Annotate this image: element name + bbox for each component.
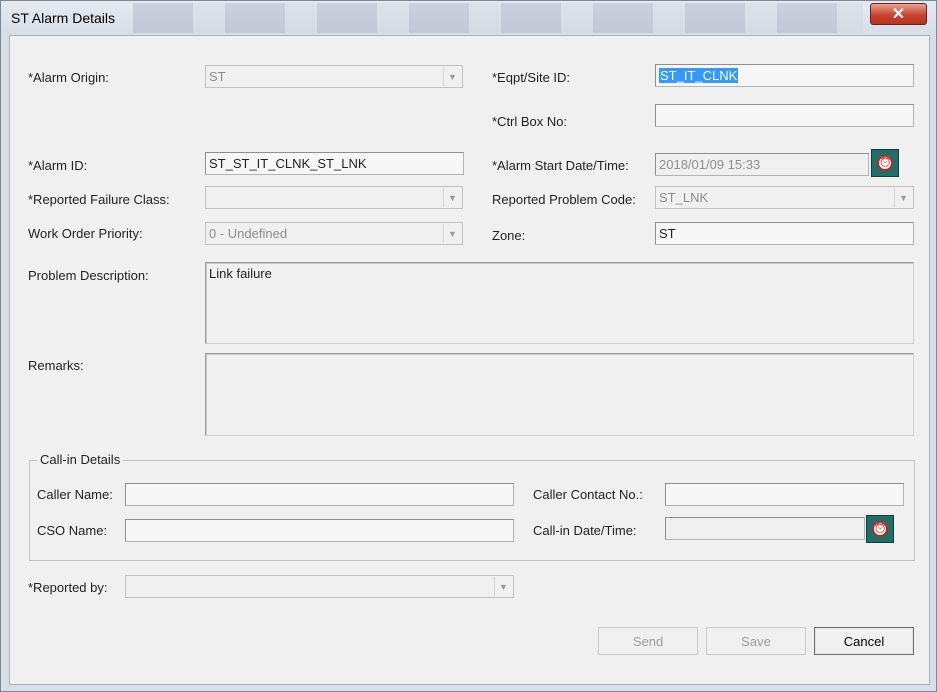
save-button[interactable]: Save bbox=[706, 627, 806, 655]
send-button[interactable]: Send bbox=[598, 627, 698, 655]
work-order-priority-label: Work Order Priority: bbox=[28, 226, 143, 241]
chevron-down-icon[interactable]: ▼ bbox=[894, 188, 912, 207]
alarm-id-label: *Alarm ID: bbox=[28, 158, 88, 173]
alarm-start-calendar-button[interactable]: ⏰ bbox=[871, 149, 899, 177]
eqpt-site-id-input[interactable]: ST_IT_CLNK bbox=[655, 64, 914, 87]
alarm-origin-label: *Alarm Origin: bbox=[28, 70, 109, 85]
remarks-label: Remarks: bbox=[28, 358, 84, 373]
cso-name-input[interactable] bbox=[125, 519, 514, 542]
reported-failure-class-label: *Reported Failure Class: bbox=[28, 192, 170, 207]
reported-by-select[interactable]: ▼ bbox=[125, 575, 514, 598]
work-order-priority-select[interactable]: 0 - Undefined ▼ bbox=[205, 222, 463, 245]
alarm-details-window: ST Alarm Details ✕ *Alarm Origin: ST ▼ *… bbox=[0, 0, 937, 692]
ctrl-box-no-label: *Ctrl Box No: bbox=[492, 114, 568, 129]
eqpt-site-id-value: ST_IT_CLNK bbox=[659, 68, 739, 83]
alarm-origin-select[interactable]: ST ▼ bbox=[205, 65, 463, 88]
chevron-down-icon[interactable]: ▼ bbox=[443, 67, 461, 86]
remarks-textarea[interactable] bbox=[205, 353, 914, 436]
reported-failure-class-select[interactable]: ▼ bbox=[205, 186, 463, 209]
problem-description-label: Problem Description: bbox=[28, 268, 149, 283]
alarm-id-input[interactable]: ST_ST_IT_CLNK_ST_LNK bbox=[205, 152, 464, 175]
reported-problem-code-value: ST_LNK bbox=[659, 190, 709, 205]
window-title: ST Alarm Details bbox=[11, 10, 115, 26]
alarm-clock-icon: ⏰ bbox=[877, 155, 893, 171]
caller-contact-input[interactable] bbox=[665, 483, 904, 506]
work-order-priority-value: 0 - Undefined bbox=[209, 226, 288, 241]
caller-name-label: Caller Name: bbox=[37, 487, 113, 502]
ctrl-box-no-input[interactable] bbox=[655, 104, 914, 127]
alarm-start-label: *Alarm Start Date/Time: bbox=[492, 158, 629, 173]
callin-details-group: Call-in Details Caller Name: Caller Cont… bbox=[29, 452, 915, 561]
zone-input[interactable]: ST bbox=[655, 222, 914, 245]
caller-name-input[interactable] bbox=[125, 483, 514, 506]
alarm-origin-value: ST bbox=[209, 69, 226, 84]
title-bar[interactable]: ST Alarm Details ✕ bbox=[1, 1, 936, 35]
reported-problem-code-label: Reported Problem Code: bbox=[492, 192, 636, 207]
callin-datetime-input[interactable] bbox=[665, 517, 865, 540]
reported-problem-code-select[interactable]: ST_LNK ▼ bbox=[655, 186, 914, 209]
background-window-strip bbox=[133, 3, 863, 33]
callin-calendar-button[interactable]: ⏰ bbox=[866, 515, 894, 543]
callin-details-title: Call-in Details bbox=[37, 452, 124, 467]
close-icon: ✕ bbox=[891, 6, 906, 23]
close-button[interactable]: ✕ bbox=[870, 3, 927, 25]
eqpt-site-id-label: *Eqpt/Site ID: bbox=[492, 70, 571, 85]
cancel-button[interactable]: Cancel bbox=[814, 627, 914, 655]
alarm-start-input[interactable]: 2018/01/09 15:33 bbox=[655, 153, 869, 176]
cso-name-label: CSO Name: bbox=[37, 523, 108, 538]
reported-by-label: *Reported by: bbox=[28, 580, 108, 595]
chevron-down-icon[interactable]: ▼ bbox=[494, 577, 512, 596]
dialog-body: *Alarm Origin: ST ▼ *Eqpt/Site ID: ST_IT… bbox=[9, 35, 930, 685]
caller-contact-label: Caller Contact No.: bbox=[533, 487, 643, 502]
problem-description-textarea[interactable]: Link failure bbox=[205, 262, 914, 344]
zone-label: Zone: bbox=[492, 228, 526, 243]
chevron-down-icon[interactable]: ▼ bbox=[443, 188, 461, 207]
chevron-down-icon[interactable]: ▼ bbox=[443, 224, 461, 243]
callin-datetime-label: Call-in Date/Time: bbox=[533, 523, 637, 538]
alarm-clock-icon: ⏰ bbox=[872, 521, 888, 537]
